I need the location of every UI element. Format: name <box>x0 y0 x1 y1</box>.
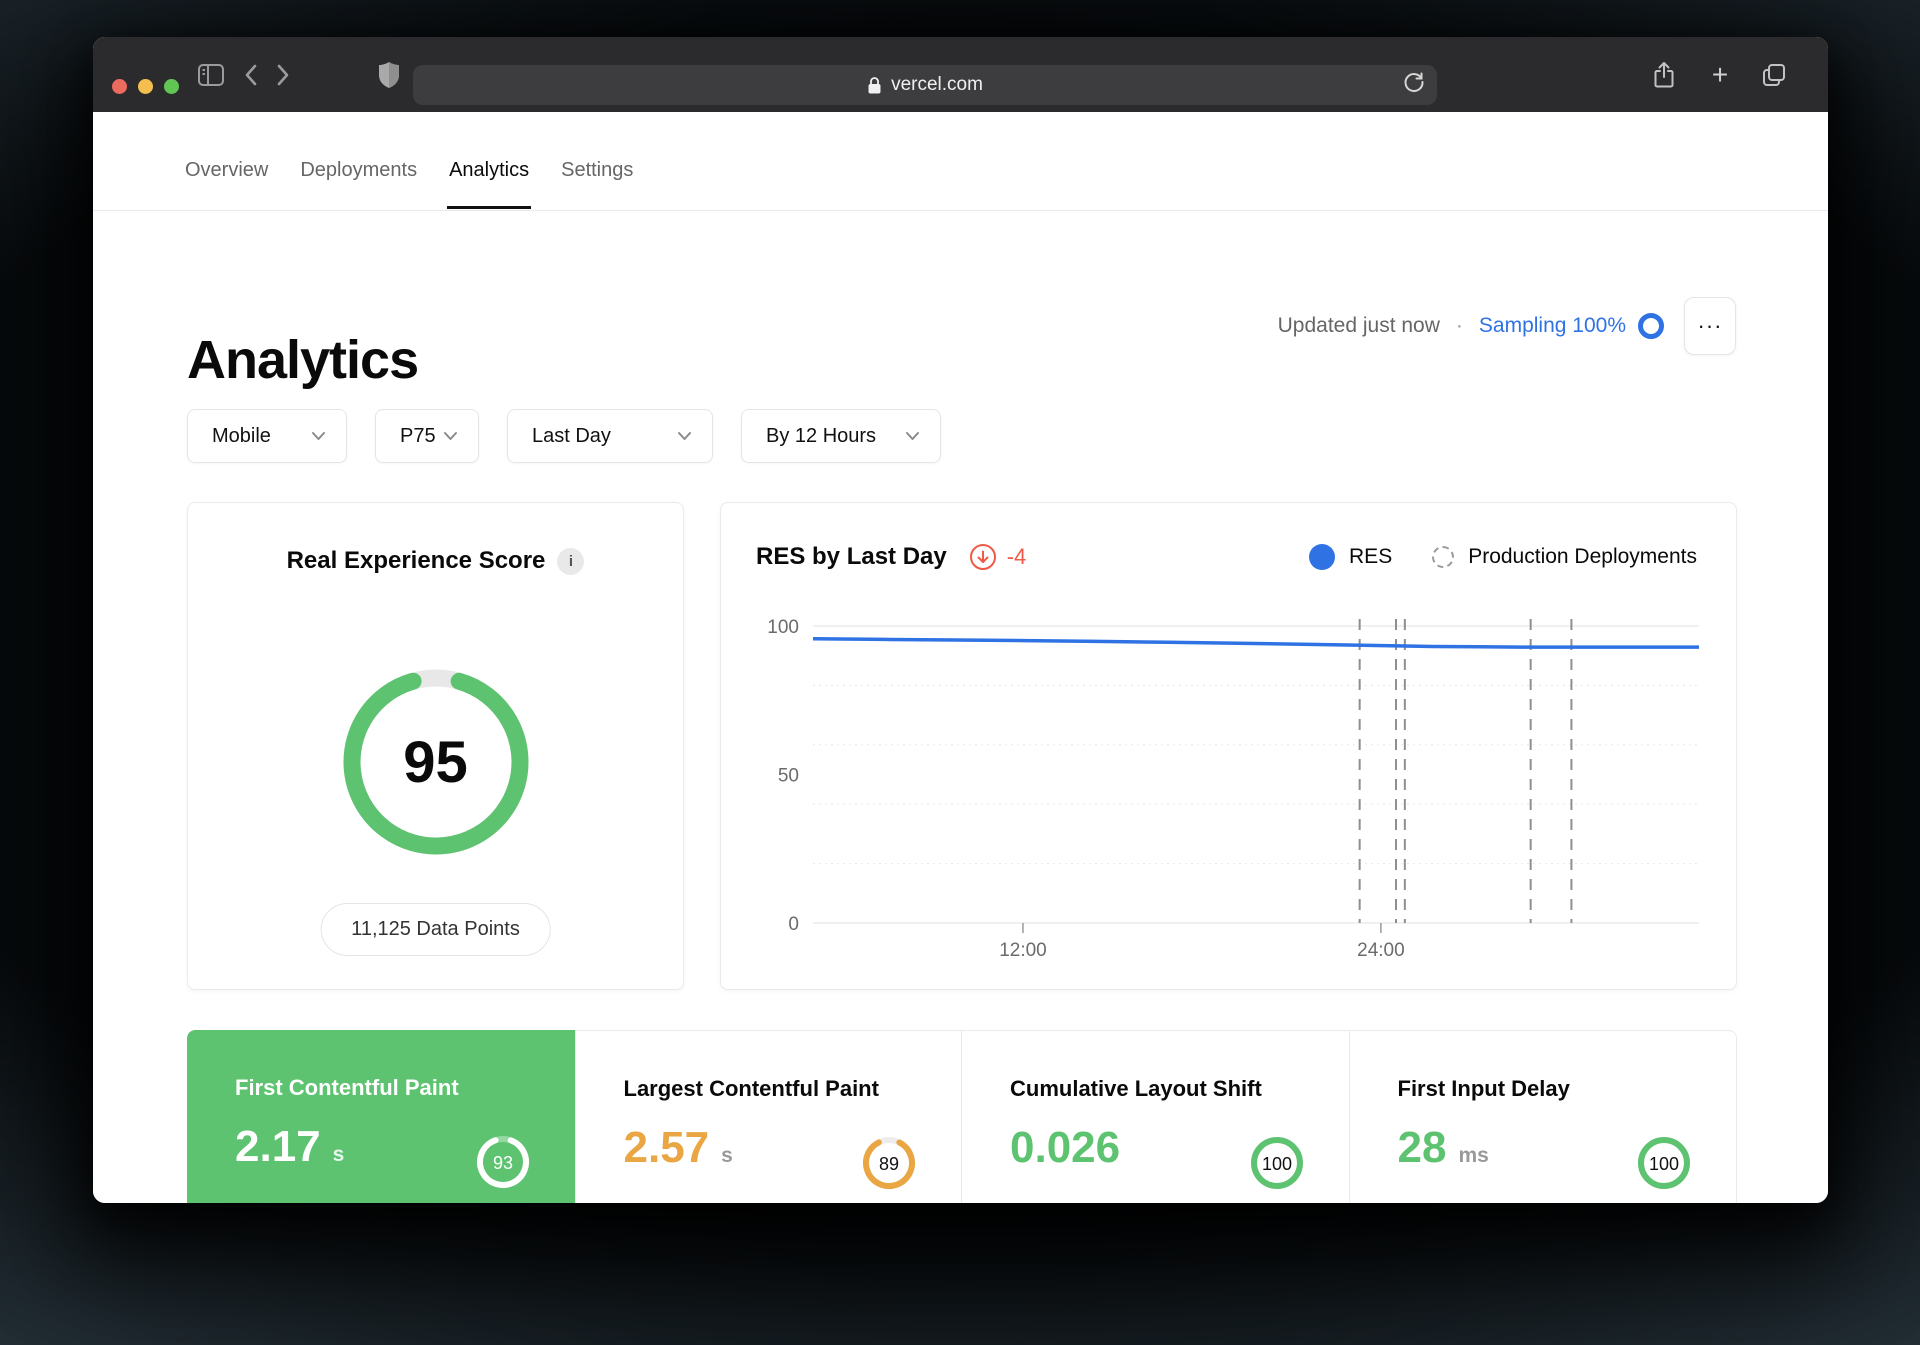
device-filter-dropdown[interactable]: Mobile <box>187 409 347 463</box>
metric-value: 2.57 <box>623 1123 710 1172</box>
tab-settings[interactable]: Settings <box>559 130 635 211</box>
more-dots-icon: ··· <box>1697 313 1723 338</box>
metric-title: First Contentful Paint <box>235 1075 459 1100</box>
score-ring: 100 <box>1638 1137 1690 1189</box>
x-axis-tick: 12:00 <box>999 940 1047 961</box>
svg-text:93: 93 <box>492 1153 512 1173</box>
res-card-title: Real Experience Score <box>286 547 546 574</box>
web-vitals-row: First Contentful Paint 2.17 s 93 Largest… <box>187 1030 1737 1203</box>
interval-filter-value: By 12 Hours <box>766 424 877 447</box>
page-title: Analytics <box>187 330 419 390</box>
y-axis-tick: 100 <box>767 617 799 638</box>
project-nav: Overview Deployments Analytics Settings <box>93 112 1828 211</box>
url-bar[interactable]: vercel.com <box>413 65 1437 105</box>
tab-overview-icon[interactable] <box>1761 62 1787 88</box>
browser-titlebar: vercel.com + <box>93 37 1828 112</box>
url-text: vercel.com <box>891 74 983 95</box>
forward-icon[interactable] <box>276 63 290 87</box>
reload-icon[interactable] <box>1401 69 1427 101</box>
lock-icon <box>867 76 882 95</box>
score-ring: 89 <box>863 1137 915 1189</box>
metric-title: Largest Contentful Paint <box>623 1076 879 1101</box>
y-axis-tick: 0 <box>788 914 799 935</box>
metric-card-lcp[interactable]: Largest Contentful Paint 2.57 s 89 <box>574 1030 962 1203</box>
filter-row: Mobile P75 Last Day By 12 Hours <box>187 409 941 463</box>
more-options-button[interactable]: ··· <box>1684 297 1736 355</box>
range-filter-dropdown[interactable]: Last Day <box>507 409 713 463</box>
header-meta: Updated just now · Sampling 100% ··· <box>1278 297 1736 355</box>
metric-unit: s <box>332 1143 345 1166</box>
interval-filter-dropdown[interactable]: By 12 Hours <box>741 409 941 463</box>
sampling-ring-icon <box>1638 313 1664 339</box>
share-icon[interactable] <box>1652 61 1676 89</box>
updated-status: Updated just now <box>1277 314 1440 337</box>
percentile-filter-value: P75 <box>400 424 436 447</box>
res-score-value: 95 <box>403 729 468 795</box>
tab-analytics[interactable]: Analytics <box>447 130 532 211</box>
metric-unit: ms <box>1458 1144 1489 1167</box>
res-line-chart: 100 50 0 12:00 24:00 <box>767 617 1699 961</box>
res-series-line <box>812 637 1699 649</box>
minimize-window-button[interactable] <box>138 79 153 94</box>
privacy-shield-icon[interactable] <box>378 61 400 89</box>
score-ring: 93 <box>476 1136 529 1188</box>
browser-window: vercel.com + Overview Deployments Analyt… <box>93 37 1828 1203</box>
chevron-down-icon <box>312 432 325 440</box>
svg-text:100: 100 <box>1261 1154 1291 1174</box>
tab-deployments[interactable]: Deployments <box>298 130 419 211</box>
metric-value: 28 <box>1397 1123 1447 1172</box>
close-window-button[interactable] <box>112 79 127 94</box>
meta-separator: · <box>1455 314 1463 337</box>
svg-text:89: 89 <box>879 1154 899 1174</box>
metric-card-cls[interactable]: Cumulative Layout Shift 0.026 100 <box>962 1030 1350 1203</box>
x-axis-tick: 24:00 <box>1357 940 1405 961</box>
info-icon[interactable]: i <box>557 547 585 575</box>
metric-unit: s <box>721 1144 733 1167</box>
percentile-filter-dropdown[interactable]: P75 <box>375 409 479 463</box>
device-filter-value: Mobile <box>212 424 271 447</box>
metric-card-fcp[interactable]: First Contentful Paint 2.17 s 93 <box>187 1030 575 1203</box>
analytics-page: Analytics Updated just now · Sampling 10… <box>93 211 1828 1203</box>
sidebar-toggle-icon[interactable] <box>197 63 225 87</box>
svg-text:100: 100 <box>1649 1154 1679 1174</box>
res-chart-card: RES by Last Day -4 RES Production Deploy… <box>720 502 1737 990</box>
score-ring: 100 <box>1250 1137 1303 1189</box>
metric-value: 0.026 <box>1010 1123 1121 1172</box>
metric-title: Cumulative Layout Shift <box>1010 1076 1262 1101</box>
range-filter-value: Last Day <box>532 424 611 447</box>
res-score-gauge: 95 <box>343 669 529 855</box>
metric-value: 2.17 <box>235 1122 321 1171</box>
back-icon[interactable] <box>244 63 258 87</box>
zoom-window-button[interactable] <box>164 79 179 94</box>
chevron-down-icon <box>678 432 691 440</box>
chevron-down-icon <box>444 432 457 440</box>
real-experience-score-card: Real Experience Score i 95 11,125 Data P… <box>187 502 684 990</box>
sampling-link[interactable]: Sampling 100% <box>1479 314 1626 338</box>
metric-card-fid[interactable]: First Input Delay 28 ms 100 <box>1349 1030 1737 1203</box>
metric-title: First Input Delay <box>1397 1076 1570 1101</box>
tab-overview[interactable]: Overview <box>183 130 270 211</box>
chevron-down-icon <box>906 432 919 440</box>
y-axis-tick: 50 <box>778 766 799 787</box>
new-tab-icon[interactable]: + <box>1712 60 1728 89</box>
data-points-badge: 11,125 Data Points <box>320 903 551 956</box>
